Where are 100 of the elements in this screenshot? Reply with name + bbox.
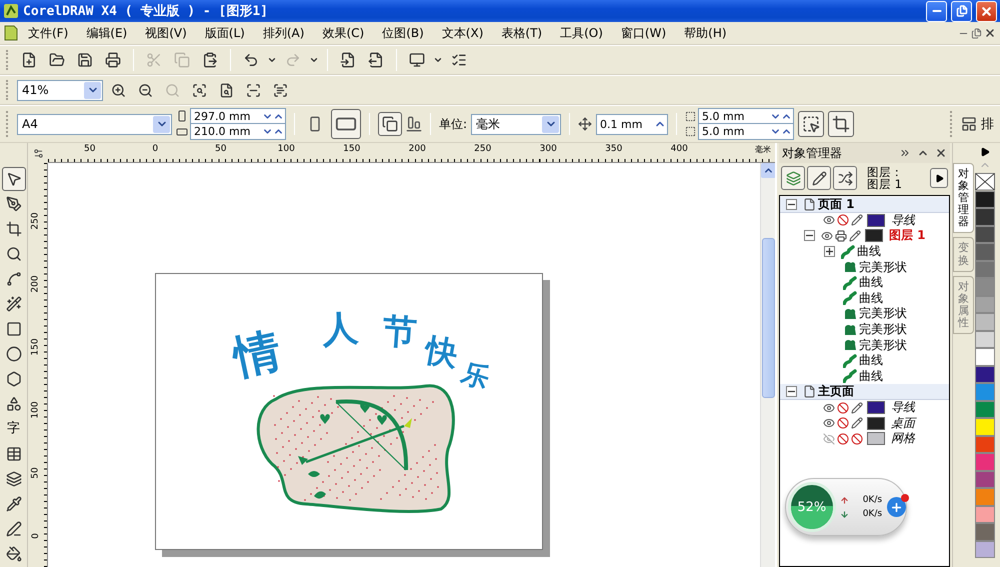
- color-swatch[interactable]: [975, 278, 995, 296]
- zoom-in-icon[interactable]: [111, 82, 126, 98]
- layer-name[interactable]: 桌面: [891, 414, 915, 432]
- treat-as-filled-button[interactable]: [798, 111, 824, 137]
- text-tool[interactable]: 字: [3, 417, 24, 441]
- object-name[interactable]: 完美形状: [859, 321, 907, 338]
- dashed-pointer-icon[interactable]: [802, 115, 820, 133]
- close-button[interactable]: [976, 0, 997, 22]
- duplicate-y-field[interactable]: 5.0 mm: [698, 123, 794, 140]
- palette-scroll-icon[interactable]: [980, 147, 990, 157]
- page-height-field[interactable]: 210.0 mm: [190, 123, 286, 140]
- menu-item[interactable]: 文件(F): [20, 22, 76, 44]
- toolbar-label[interactable]: 排: [981, 115, 994, 133]
- pencil-icon[interactable]: [849, 230, 861, 242]
- color-swatch[interactable]: [975, 366, 995, 383]
- curve-tool-icon[interactable]: [6, 271, 22, 287]
- all-pages-button[interactable]: [378, 112, 402, 136]
- object-name[interactable]: 曲线: [859, 274, 883, 292]
- checklist-icon[interactable]: [451, 52, 467, 68]
- eye-icon[interactable]: [823, 214, 835, 226]
- color-swatch[interactable]: [975, 540, 995, 558]
- save-icon[interactable]: [77, 52, 93, 68]
- selected-tool-button[interactable]: [2, 167, 26, 191]
- no-print-icon[interactable]: [837, 214, 849, 226]
- restore-icon[interactable]: [956, 5, 968, 17]
- caret-icon[interactable]: [267, 55, 277, 65]
- menu-item[interactable]: 文本(X): [434, 22, 492, 44]
- color-swatch[interactable]: [975, 488, 995, 506]
- layer-name[interactable]: 图层 1: [889, 227, 926, 244]
- rectangle-icon[interactable]: [6, 321, 22, 337]
- color-swatch[interactable]: [975, 208, 995, 226]
- object-name[interactable]: 完美形状: [859, 305, 907, 322]
- snap-button[interactable]: [828, 111, 854, 137]
- no-print-icon[interactable]: [837, 432, 849, 445]
- table-icon[interactable]: [6, 446, 22, 462]
- eye-icon[interactable]: [821, 230, 833, 242]
- no-print-icon[interactable]: [837, 402, 849, 414]
- close-icon[interactable]: [980, 4, 993, 18]
- pen-icon[interactable]: [6, 521, 22, 537]
- layer-manager-button[interactable]: [833, 166, 857, 190]
- menu-item[interactable]: 位图(B): [374, 22, 432, 44]
- layer-name[interactable]: 导线: [891, 399, 915, 416]
- color-swatch[interactable]: [975, 330, 995, 348]
- close-icon[interactable]: [935, 147, 947, 159]
- ellipse-icon[interactable]: [6, 346, 22, 362]
- layer-name[interactable]: 网格: [891, 430, 915, 448]
- menu-item[interactable]: 视图(V): [137, 22, 195, 44]
- color-swatch[interactable]: [975, 418, 995, 436]
- shapes-icon[interactable]: [6, 396, 22, 412]
- object-name[interactable]: 完美形状: [859, 258, 907, 276]
- color-swatch[interactable]: [975, 260, 995, 278]
- menu-item[interactable]: 工具(O): [552, 22, 611, 44]
- color-swatch[interactable]: [975, 453, 995, 470]
- wand-icon[interactable]: [6, 296, 22, 312]
- object-name[interactable]: 完美形状: [859, 336, 907, 354]
- paste-icon[interactable]: [202, 52, 218, 68]
- eye-icon[interactable]: [823, 417, 835, 430]
- color-swatch[interactable]: [975, 296, 995, 313]
- color-swatch[interactable]: [975, 506, 995, 523]
- page-width-field[interactable]: 297.0 mm: [190, 108, 286, 125]
- docker-menu-button[interactable]: [930, 168, 948, 188]
- units-dropdown[interactable]: 毫米: [471, 114, 562, 134]
- zoom-page-icon[interactable]: [219, 82, 234, 98]
- edit-across-layers-button[interactable]: [807, 166, 831, 190]
- object-name[interactable]: 曲线: [857, 243, 881, 260]
- pencil-icon[interactable]: [851, 214, 863, 226]
- pages-icon[interactable]: [382, 116, 398, 132]
- pointer-icon[interactable]: [6, 171, 22, 187]
- color-swatch[interactable]: [975, 383, 995, 400]
- color-swatch[interactable]: [975, 523, 995, 540]
- double-chevron-icon[interactable]: [899, 147, 911, 159]
- caret-icon[interactable]: [433, 55, 443, 65]
- zoom-height-icon[interactable]: [273, 82, 288, 98]
- layers-icon[interactable]: [6, 471, 22, 487]
- eye-icon[interactable]: [823, 402, 835, 414]
- printer-icon[interactable]: [835, 230, 847, 242]
- menu-item[interactable]: 版面(L): [196, 22, 253, 44]
- plus-button[interactable]: [887, 497, 906, 517]
- color-swatch[interactable]: [975, 226, 995, 243]
- no-print-icon[interactable]: [837, 417, 849, 430]
- color-swatch[interactable]: [975, 400, 995, 418]
- object-name[interactable]: 曲线: [859, 352, 883, 370]
- docker-tab[interactable]: 变换: [953, 237, 974, 272]
- new-document-icon[interactable]: [21, 52, 37, 68]
- docker-tab[interactable]: 对象属性: [953, 276, 974, 334]
- folder-icon[interactable]: [49, 52, 65, 68]
- minimize-button[interactable]: [926, 0, 947, 22]
- color-swatch[interactable]: [975, 313, 995, 330]
- frame-icon[interactable]: [832, 115, 850, 133]
- scroll-thumb[interactable]: [762, 238, 774, 398]
- restore-button[interactable]: [951, 0, 972, 22]
- close-icon[interactable]: [984, 27, 996, 39]
- pencil-icon[interactable]: [851, 417, 863, 430]
- caret-icon[interactable]: [309, 55, 319, 65]
- no-color-swatch[interactable]: [975, 173, 995, 190]
- eyedropper-icon[interactable]: [6, 496, 22, 512]
- node-tool-icon[interactable]: [6, 196, 22, 212]
- import-icon[interactable]: [340, 52, 356, 68]
- zoom-level-dropdown[interactable]: 41%: [17, 80, 103, 100]
- duplicate-x-field[interactable]: 5.0 mm: [698, 108, 794, 125]
